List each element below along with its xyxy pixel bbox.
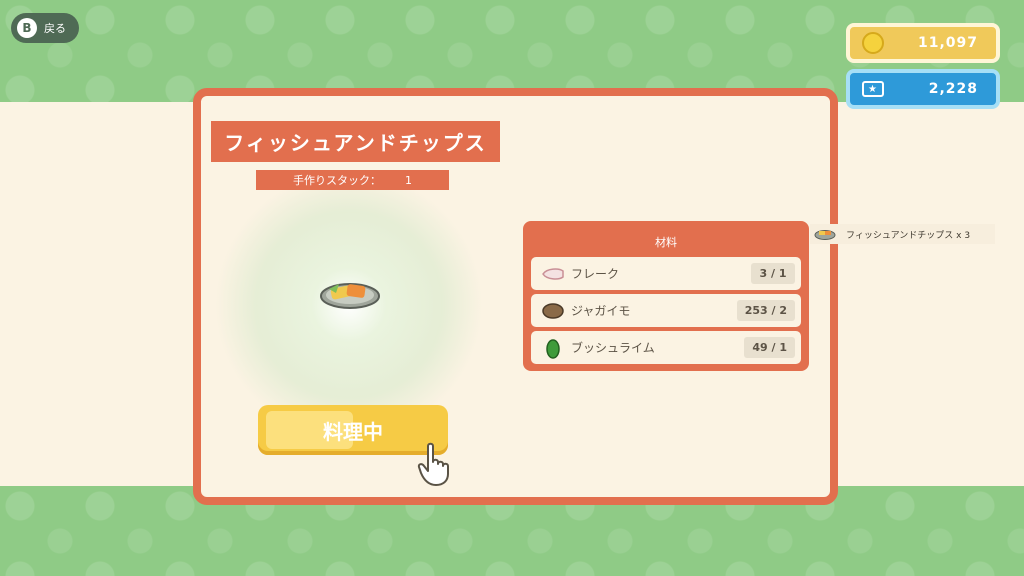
ingredient-count: 49 / 1 (744, 337, 795, 358)
fish-fillet-icon (541, 262, 565, 286)
lime-icon (541, 336, 565, 360)
stack-value: 1 (405, 173, 412, 187)
output-label: フィッシュアンドチップス x 3 (846, 230, 971, 241)
bells-value: 11,097 (917, 35, 978, 51)
stack-label: 手作りスタック： (293, 174, 381, 187)
fish-and-chips-small-icon (814, 230, 836, 240)
back-button[interactable]: B 戻る (11, 13, 79, 43)
miles-counter: ★ 2,228 (846, 69, 1000, 109)
ingredients-panel: 材料 フレーク 3 / 1 ジャガイモ 253 / 2 ブッシュライム 49 /… (523, 221, 809, 371)
potato-icon (541, 299, 565, 323)
output-notice: フィッシュアンドチップス x 3 (810, 224, 995, 244)
miles-value: 2,228 (928, 81, 978, 97)
ingredient-row: ジャガイモ 253 / 2 (531, 294, 801, 327)
craft-stack-bar: 手作りスタック： 1 (256, 170, 449, 190)
recipe-title: フィッシュアンドチップス (211, 121, 500, 162)
hand-pointer-icon (417, 442, 449, 486)
ingredient-name: フレーク (571, 267, 620, 281)
ingredient-row: フレーク 3 / 1 (531, 257, 801, 290)
back-label: 戻る (44, 22, 66, 35)
ingredient-count: 253 / 2 (736, 300, 795, 321)
cook-button-label: 料理中 (323, 419, 383, 444)
ingredient-count: 3 / 1 (751, 263, 795, 284)
nook-miles-ticket-icon: ★ (862, 81, 884, 97)
b-button-icon: B (17, 18, 37, 38)
fish-and-chips-icon (320, 283, 380, 309)
bells-counter: 11,097 (846, 23, 1000, 63)
ingredients-title: 材料 (655, 236, 677, 249)
ingredient-name: ブッシュライム (571, 341, 655, 355)
ingredient-name: ジャガイモ (571, 304, 631, 318)
ingredient-row: ブッシュライム 49 / 1 (531, 331, 801, 364)
bell-coin-icon (862, 32, 884, 54)
